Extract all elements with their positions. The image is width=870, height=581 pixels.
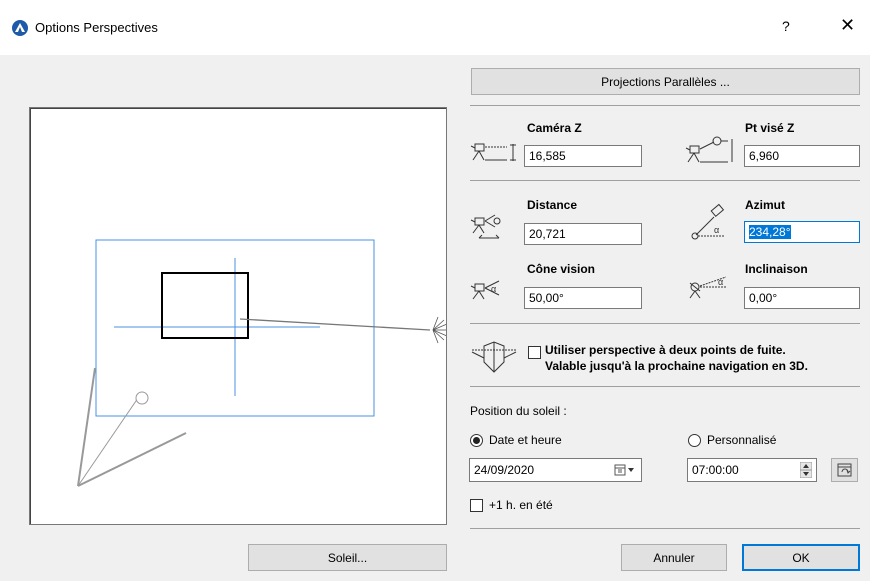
parallel-projections-button[interactable]: Projections Parallèles ... (471, 68, 860, 95)
target-z-input[interactable]: 6,960 (744, 145, 860, 167)
target-z-label: Pt visé Z (745, 121, 795, 135)
close-button[interactable]: ✕ (840, 15, 855, 36)
divider (470, 386, 860, 387)
perspective-preview[interactable] (29, 107, 447, 525)
sun-position-heading: Position du soleil : (470, 404, 567, 418)
calendar-sync-icon (837, 463, 851, 477)
dst-checkbox[interactable] (470, 499, 483, 512)
divider (470, 323, 860, 324)
svg-text:α: α (491, 284, 496, 294)
svg-text:α: α (718, 277, 723, 287)
date-time-radio[interactable] (470, 434, 483, 447)
custom-radio[interactable] (688, 434, 701, 447)
date-time-label: Date et heure (489, 433, 562, 447)
divider (470, 105, 860, 106)
sun-icon (432, 316, 446, 344)
tilt-input[interactable]: 0,00° (744, 287, 860, 309)
cone-vision-input[interactable]: 50,00° (524, 287, 642, 309)
azimuth-input[interactable]: 234,28° (744, 221, 860, 243)
camera-axis (77, 397, 139, 487)
two-point-checkbox[interactable] (528, 346, 541, 359)
tilt-icon: α (689, 276, 727, 299)
target-point[interactable] (135, 391, 149, 405)
date-value: 24/09/2020 (474, 463, 535, 477)
ok-button[interactable]: OK (742, 544, 860, 571)
sun-button[interactable]: Soleil... (248, 544, 447, 571)
sun-direction-line (239, 318, 431, 331)
svg-text:α: α (714, 225, 719, 235)
azimuth-value: 234,28° (749, 225, 791, 239)
camera-z-input[interactable]: 16,585 (524, 145, 642, 167)
date-picker[interactable]: 24/09/2020 (469, 458, 642, 482)
camera-height-icon (470, 143, 516, 161)
time-input[interactable]: 07:00:00 (687, 458, 817, 482)
distance-input[interactable]: 20,721 (524, 223, 642, 245)
archicad-logo-icon (12, 20, 28, 36)
target-height-icon (685, 136, 733, 163)
sync-time-button[interactable] (831, 458, 858, 482)
distance-label: Distance (527, 198, 578, 212)
help-button[interactable]: ? (782, 18, 790, 34)
cancel-button[interactable]: Annuler (621, 544, 727, 571)
cone-vision-label: Cône vision (527, 262, 596, 276)
camera-cone (77, 367, 187, 487)
distance-icon (470, 214, 501, 239)
window-title: Options Perspectives (35, 20, 158, 35)
calendar-dropdown-icon[interactable] (614, 464, 636, 476)
custom-label: Personnalisé (707, 433, 777, 447)
divider (470, 528, 860, 529)
tilt-label: Inclinaison (745, 262, 808, 276)
azimuth-label: Azimut (745, 198, 785, 212)
two-point-label-line2: Valable jusqu'à la prochaine navigation … (545, 359, 808, 373)
two-point-label-line1: Utiliser perspective à deux points de fu… (545, 343, 786, 357)
preview-drawing (77, 239, 446, 487)
dst-label: +1 h. en été (489, 498, 553, 512)
two-point-perspective-icon (471, 341, 517, 373)
azimuth-icon: α (691, 203, 725, 240)
view-cone-icon: α (470, 280, 500, 300)
time-value: 07:00:00 (692, 463, 739, 477)
title-bar: Options Perspectives ? ✕ (0, 0, 870, 55)
divider (470, 180, 860, 181)
camera-z-label: Caméra Z (527, 121, 582, 135)
time-spinner-icon[interactable] (800, 462, 812, 478)
